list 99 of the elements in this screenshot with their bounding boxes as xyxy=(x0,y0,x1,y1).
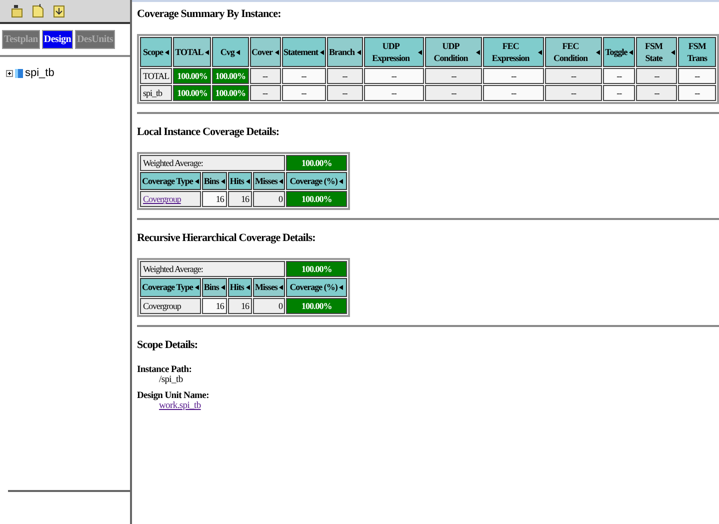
table-cell: -- xyxy=(282,85,326,102)
table-cell: -- xyxy=(425,68,482,84)
sort-icon[interactable] xyxy=(220,178,225,184)
sort-icon[interactable] xyxy=(274,50,279,55)
table-cell: 100.00% xyxy=(286,298,347,314)
column-header[interactable]: Bins xyxy=(202,278,227,297)
table-cell: Covergroup xyxy=(143,300,181,311)
table-cell: spi_tb xyxy=(140,85,172,102)
table-cell: -- xyxy=(250,85,281,102)
table-cell: 16 xyxy=(228,191,252,208)
table-cell: -- xyxy=(425,85,482,102)
sort-icon[interactable] xyxy=(538,50,542,55)
sort-icon[interactable] xyxy=(629,50,634,55)
tab[interactable]: Design xyxy=(42,30,74,49)
module-icon xyxy=(15,68,23,78)
column-header[interactable]: FSM Trans xyxy=(678,37,716,68)
sort-icon[interactable] xyxy=(165,50,170,55)
sort-icon[interactable] xyxy=(246,284,250,290)
table-cell: Weighted Average: xyxy=(140,155,286,172)
table-cell: 0 xyxy=(252,298,286,314)
column-header[interactable]: Coverage Type xyxy=(140,278,201,297)
sort-icon[interactable] xyxy=(418,50,422,55)
table-cell: TOTAL xyxy=(140,68,172,84)
table-cell: 0 xyxy=(252,191,286,208)
table-cell: -- xyxy=(483,85,544,102)
field-label: Design Unit Name: xyxy=(137,390,210,401)
design-unit-link[interactable]: work.spi_tb xyxy=(159,400,201,411)
table-cell: -- xyxy=(282,68,326,84)
column-header[interactable]: FSM State xyxy=(636,37,678,68)
table-cell: -- xyxy=(603,68,636,84)
table-cell: -- xyxy=(327,85,363,102)
table-cell: -- xyxy=(364,85,424,102)
table-cell: -- xyxy=(678,85,716,102)
column-header[interactable]: Branch xyxy=(327,37,363,68)
table-cell: -- xyxy=(636,68,678,84)
section-title: Scope Details: xyxy=(137,338,199,351)
table-cell: -- xyxy=(483,68,544,84)
table-cell: -- xyxy=(544,68,602,84)
table-cell: Weighted Average: xyxy=(140,261,286,278)
table-cell: 100.00% xyxy=(173,85,212,102)
sort-icon[interactable] xyxy=(246,178,250,184)
field-value: /spi_tb xyxy=(159,374,183,385)
column-header[interactable]: Misses xyxy=(252,172,286,190)
table-cell: 100.00% xyxy=(212,85,249,102)
sort-icon[interactable] xyxy=(194,284,199,290)
section-title: Local Instance Coverage Details: xyxy=(137,126,280,138)
sort-icon[interactable] xyxy=(205,50,210,55)
section-title: Recursive Hierarchical Coverage Details: xyxy=(137,232,316,244)
table-cell: 100.00% xyxy=(286,155,347,172)
column-header[interactable]: Hits xyxy=(228,278,252,297)
column-header[interactable]: Cvg xyxy=(212,37,249,68)
sort-icon[interactable] xyxy=(279,178,284,184)
column-header[interactable]: UDP Expression xyxy=(364,37,424,68)
column-header[interactable]: Bins xyxy=(202,172,227,190)
column-header[interactable]: FEC Expression xyxy=(483,37,544,68)
sort-icon[interactable] xyxy=(194,178,199,184)
column-header[interactable]: Statement xyxy=(282,37,326,68)
column-header[interactable]: UDP Condition xyxy=(425,37,482,68)
table-cell: -- xyxy=(636,85,678,102)
column-header[interactable]: FEC Condition xyxy=(544,37,602,68)
column-header[interactable]: Coverage Type xyxy=(140,172,201,190)
table-cell: -- xyxy=(678,68,716,84)
table-cell: 16 xyxy=(202,298,227,314)
sort-icon[interactable] xyxy=(220,284,225,290)
table-cell: 16 xyxy=(228,298,252,314)
table-cell: -- xyxy=(327,68,363,84)
document-icon[interactable] xyxy=(32,4,44,18)
export-icon[interactable] xyxy=(53,4,65,18)
column-header[interactable]: Cover xyxy=(250,37,281,68)
expand-icon[interactable] xyxy=(6,70,13,76)
table-cell: 100.00% xyxy=(286,261,347,278)
column-header[interactable]: Coverage (%) xyxy=(286,278,347,297)
sort-icon[interactable] xyxy=(356,50,361,55)
sort-icon[interactable] xyxy=(476,50,480,55)
sort-icon[interactable] xyxy=(596,50,600,55)
table-cell: -- xyxy=(603,85,636,102)
column-header[interactable]: Misses xyxy=(252,278,286,297)
section-title: Coverage Summary By Instance: xyxy=(137,8,282,20)
sort-icon[interactable] xyxy=(236,50,240,55)
column-header[interactable]: Scope xyxy=(140,37,172,68)
sort-icon[interactable] xyxy=(671,50,676,55)
field-label: Instance Path: xyxy=(137,364,193,375)
sort-icon[interactable] xyxy=(339,178,344,184)
column-header[interactable]: Toggle xyxy=(603,37,636,68)
tree-item[interactable]: spi_tb xyxy=(25,67,54,79)
table-cell: -- xyxy=(250,68,281,84)
open-folder-icon[interactable] xyxy=(11,4,23,18)
sort-icon[interactable] xyxy=(279,284,284,290)
column-header[interactable]: TOTAL xyxy=(173,37,212,68)
table-cell: 16 xyxy=(202,191,227,208)
column-header[interactable]: Hits xyxy=(228,172,252,190)
table-cell: 100.00% xyxy=(286,191,347,208)
column-header[interactable]: Coverage (%) xyxy=(286,172,347,190)
table-cell: 100.00% xyxy=(212,68,249,84)
table-cell: -- xyxy=(364,68,424,84)
sort-icon[interactable] xyxy=(320,50,324,55)
table-cell: -- xyxy=(544,85,602,102)
sort-icon[interactable] xyxy=(339,284,344,290)
table-cell: 100.00% xyxy=(173,68,212,84)
